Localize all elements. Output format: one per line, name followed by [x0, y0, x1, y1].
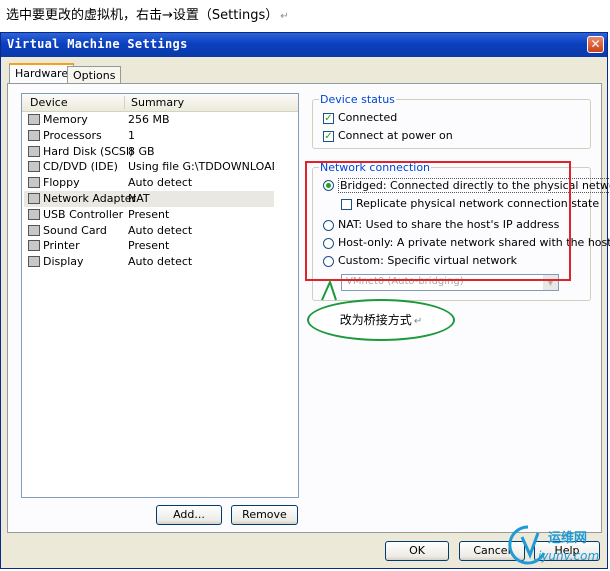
- device-status-legend: Device status: [319, 93, 396, 106]
- device-name: Hard Disk (SCSI): [43, 144, 134, 158]
- connect-at-power-on-checkbox[interactable]: ✓: [323, 131, 334, 142]
- device-name: Processors: [43, 128, 102, 142]
- device-summary: 1: [128, 128, 135, 142]
- add-button[interactable]: Add...: [156, 505, 222, 525]
- display-icon: [28, 256, 40, 268]
- device-summary: Auto detect: [128, 223, 193, 237]
- paragraph-mark-icon: ↵: [280, 11, 289, 22]
- memory-icon: [28, 114, 40, 125]
- device-list-header: Device Summary: [22, 94, 298, 112]
- title-bar[interactable]: Virtual Machine Settings ✕: [1, 33, 607, 57]
- device-row-sound-card[interactable]: Sound Card Auto detect: [24, 223, 274, 239]
- connect-at-power-on-label[interactable]: Connect at power on: [338, 129, 453, 142]
- device-name: Sound Card: [43, 223, 107, 237]
- device-name: CD/DVD (IDE): [43, 160, 118, 174]
- callout-pointer: [321, 280, 337, 301]
- device-summary: 256 MB: [128, 113, 170, 126]
- device-summary: NAT: [128, 192, 150, 205]
- device-name: Memory: [43, 113, 88, 126]
- device-row-floppy[interactable]: Floppy Auto detect: [24, 175, 274, 191]
- caption-text: 选中要更改的虚拟机，右击→设置（Settings）: [6, 8, 279, 23]
- device-row-display[interactable]: Display Auto detect: [24, 254, 274, 270]
- column-header-device[interactable]: Device: [30, 96, 68, 109]
- device-summary: Present: [128, 207, 170, 221]
- device-row-printer[interactable]: Printer Present: [24, 238, 274, 254]
- device-row-usb-controller[interactable]: USB Controller Present: [24, 207, 274, 223]
- device-row-memory[interactable]: Memory 256 MB: [24, 112, 274, 128]
- device-summary: Auto detect: [128, 255, 193, 269]
- close-button[interactable]: ✕: [587, 36, 604, 53]
- sound-card-icon: [28, 224, 40, 236]
- device-summary: Present: [128, 239, 170, 253]
- callout-text: 改为桥接方式: [339, 313, 412, 327]
- device-status-group: Device status ✓ Connected ✓ Connect at p…: [312, 93, 591, 149]
- watermark-line1: 运维网: [548, 531, 588, 546]
- network-adapter-icon: [28, 193, 40, 204]
- device-name: Printer: [43, 239, 80, 253]
- printer-icon: [28, 240, 40, 252]
- device-row-cd-dvd-ide[interactable]: CD/DVD (IDE) Using file G:\TDDOWNLOAD\...: [24, 159, 274, 175]
- remove-button[interactable]: Remove: [231, 505, 298, 525]
- highlight-rectangle: [305, 161, 571, 281]
- device-name: Network Adapter: [43, 192, 137, 205]
- callout-bubble: 改为桥接方式 ↵: [307, 299, 455, 341]
- hard-disk-icon: [28, 145, 40, 157]
- device-row-processors[interactable]: Processors 1: [24, 128, 274, 144]
- cd-dvd-icon: [28, 161, 40, 173]
- device-name: Display: [43, 255, 84, 269]
- processor-icon: [28, 129, 40, 141]
- window-title: Virtual Machine Settings: [7, 37, 188, 51]
- site-watermark: 运维网 iyunv.com: [508, 523, 608, 569]
- device-name: Floppy: [43, 176, 80, 190]
- watermark-line2: iyunv.com: [538, 549, 600, 563]
- ok-button[interactable]: OK: [385, 541, 449, 561]
- device-row-hard-disk-scsi[interactable]: Hard Disk (SCSI) 8 GB: [24, 144, 274, 160]
- usb-icon: [28, 208, 40, 220]
- instruction-caption: 选中要更改的虚拟机，右击→设置（Settings） ↵: [6, 4, 289, 23]
- column-header-summary[interactable]: Summary: [124, 96, 184, 109]
- tab-hardware[interactable]: Hardware: [9, 63, 75, 84]
- paragraph-mark-icon: ↵: [413, 316, 423, 327]
- device-row-network-adapter[interactable]: Network Adapter NAT: [24, 191, 274, 207]
- tab-options[interactable]: Options: [67, 66, 122, 84]
- device-summary: 8 GB: [128, 144, 155, 158]
- device-list[interactable]: Device Summary Memory 256 MB Processors 1 Ha…: [21, 93, 299, 498]
- connected-label[interactable]: Connected: [338, 111, 397, 124]
- device-name: USB Controller: [43, 207, 124, 221]
- device-summary: Using file G:\TDDOWNLOAD\...: [128, 160, 274, 174]
- device-summary: Auto detect: [128, 176, 193, 190]
- connected-checkbox[interactable]: ✓: [323, 113, 334, 124]
- floppy-icon: [28, 177, 40, 189]
